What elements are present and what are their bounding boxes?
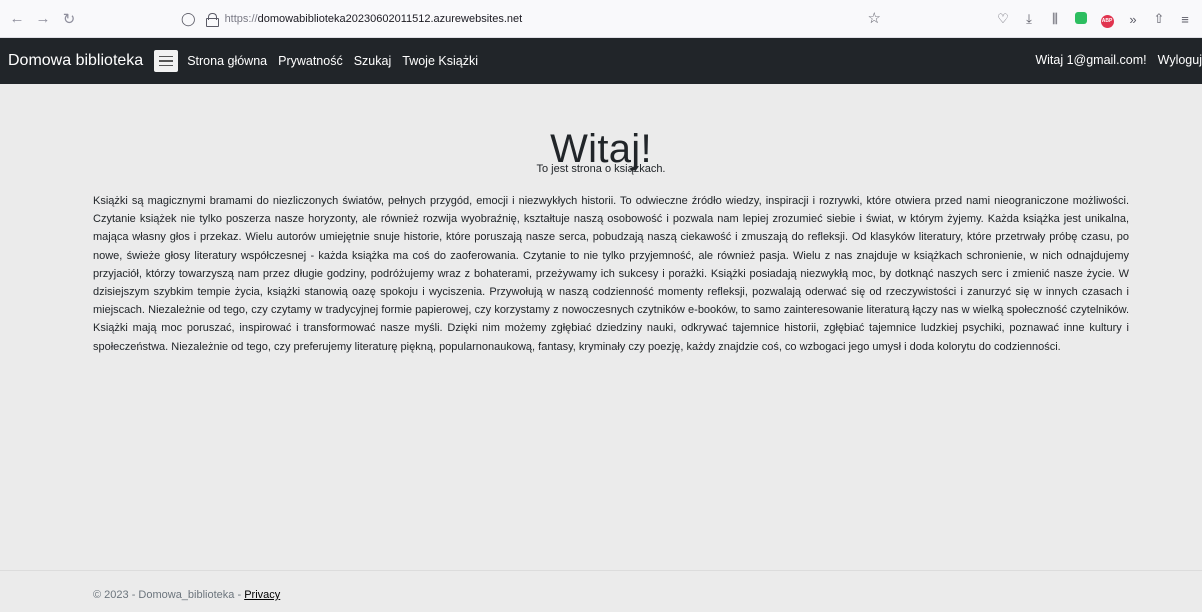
evernote-icon[interactable] [1068, 11, 1094, 27]
nav-links: Strona główna Prywatność Szukaj Twoje Ks… [187, 54, 478, 68]
menu-icon[interactable]: ≡ [1172, 12, 1198, 27]
footer-text: © 2023 - Domowa_biblioteka - Privacy [93, 589, 280, 601]
nav-link-my-books[interactable]: Twoje Książki [402, 54, 478, 68]
extensions-overflow-icon[interactable]: » [1120, 12, 1146, 27]
address-bar[interactable]: ◯ https://domowabiblioteka20230602011512… [175, 6, 895, 32]
share-icon[interactable]: ⇧ [1146, 11, 1172, 27]
page-subtitle: To jest strona o książkach. [536, 163, 666, 175]
bookmark-star-icon[interactable]: ☆ [868, 9, 881, 27]
user-greeting[interactable]: Witaj 1@gmail.com! [1035, 53, 1146, 67]
forward-arrow-icon[interactable]: → [30, 10, 56, 27]
nav-link-privacy[interactable]: Prywatność [278, 54, 343, 68]
url-text[interactable]: https://domowabiblioteka20230602011512.a… [225, 13, 523, 25]
back-arrow-icon[interactable]: ← [4, 10, 30, 27]
toolbar-icons: ♡ ⤓ ⫼ ABP » ⇧ ≡ [990, 0, 1198, 38]
pocket-icon[interactable]: ♡ [990, 11, 1016, 27]
nav-user-area: Witaj 1@gmail.com! Wyloguj [1035, 53, 1202, 67]
url-protocol: https:// [224, 13, 258, 25]
reload-icon[interactable]: ↻ [56, 10, 82, 28]
page-footer: © 2023 - Domowa_biblioteka - Privacy [0, 570, 1202, 612]
copyright-text: © 2023 - Domowa_biblioteka - [93, 589, 245, 601]
hamburger-icon[interactable] [154, 50, 179, 72]
browser-toolbar: ← → ↻ ◯ https://domowabiblioteka20230602… [0, 0, 1202, 38]
nav-link-home[interactable]: Strona główna [187, 54, 267, 68]
library-icon[interactable]: ⫼ [1042, 11, 1068, 27]
nav-link-search[interactable]: Szukaj [354, 54, 392, 68]
adblock-plus-icon[interactable]: ABP [1094, 10, 1120, 28]
lock-icon[interactable] [205, 13, 219, 27]
shield-icon[interactable]: ◯ [181, 11, 196, 27]
download-icon[interactable]: ⤓ [1016, 11, 1042, 27]
intro-paragraph: Książki są magicznymi bramami do niezlic… [93, 195, 1129, 353]
privacy-link[interactable]: Privacy [244, 589, 280, 601]
navbar-brand[interactable]: Domowa biblioteka [8, 52, 143, 70]
url-host: domowabiblioteka20230602011512.azurewebs… [257, 13, 523, 25]
logout-button[interactable]: Wyloguj [1158, 53, 1202, 67]
site-navbar: Domowa biblioteka Strona główna Prywatno… [0, 38, 1202, 84]
